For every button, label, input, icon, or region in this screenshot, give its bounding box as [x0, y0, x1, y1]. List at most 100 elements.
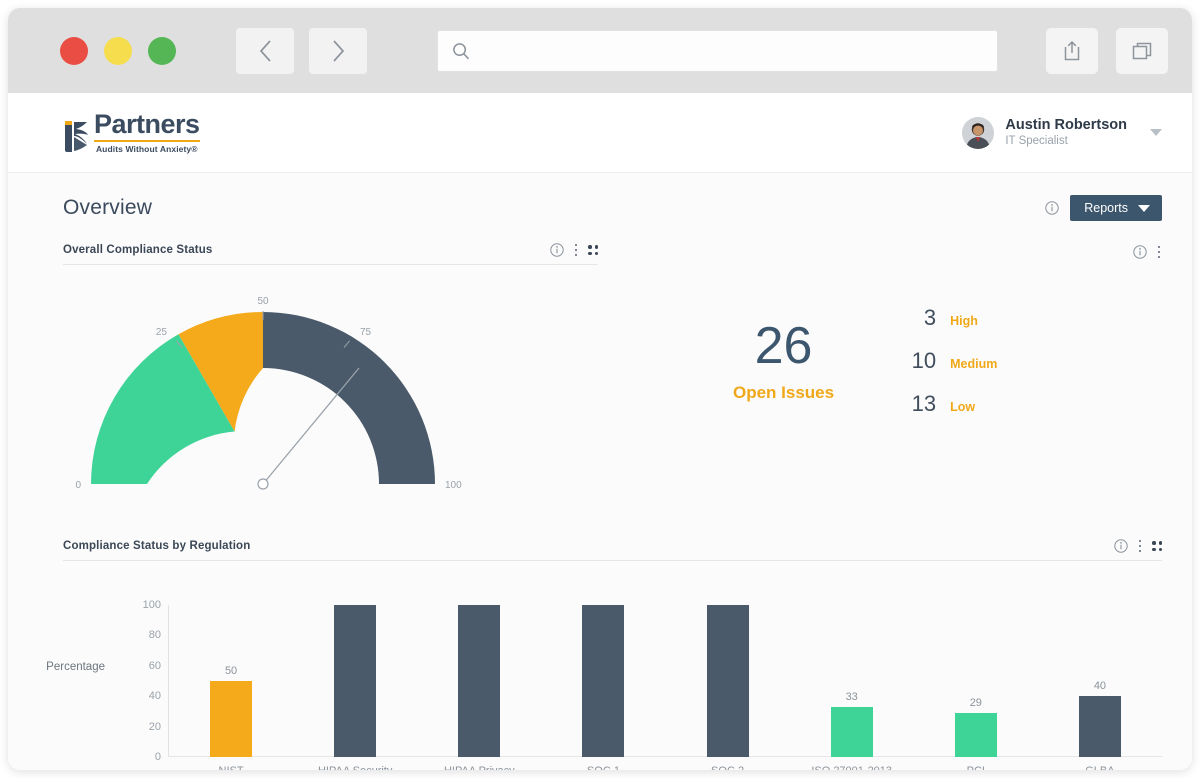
card-compliance-by-regulation: Compliance Status by Regulation Percenta…	[46, 539, 1162, 770]
card-title: Overall Compliance Status	[63, 244, 213, 256]
card-title: Compliance Status by Regulation	[63, 540, 251, 552]
card-header: Compliance Status by Regulation	[63, 539, 1162, 561]
share-icon	[1064, 40, 1080, 60]
close-window-button[interactable]	[60, 36, 88, 65]
gauge-hub	[257, 478, 269, 490]
info-icon[interactable]	[1045, 201, 1059, 215]
bar-value-label: 29	[969, 696, 982, 709]
chevron-left-icon	[259, 39, 271, 62]
more-options-icon[interactable]	[1157, 245, 1160, 259]
svg-text:75: 75	[360, 327, 372, 338]
x-axis-category-label: SOC 1	[587, 765, 620, 770]
card-tools	[549, 243, 598, 257]
severity-row: 3 High	[906, 305, 997, 331]
bar-group[interactable]: SOC 2	[666, 605, 790, 770]
back-button[interactable]	[236, 27, 294, 74]
bar-group[interactable]: SOC 1	[541, 605, 665, 770]
more-options-icon[interactable]	[574, 243, 577, 257]
info-icon[interactable]	[1113, 539, 1128, 553]
bar[interactable]: 33	[830, 691, 873, 757]
brand-name: Partners	[94, 109, 200, 139]
info-icon[interactable]	[1132, 245, 1147, 259]
x-axis-category-label: PCI	[967, 765, 985, 770]
severity-count: 13	[911, 391, 937, 416]
card-header: Overall Compliance Status	[63, 243, 598, 265]
open-issues-total: 26 Open Issues	[733, 320, 834, 403]
user-menu[interactable]: Austin Robertson IT Specialist	[962, 116, 1162, 149]
bar[interactable]: 40	[1078, 680, 1121, 757]
card-tools	[1113, 539, 1162, 553]
x-axis-category-label: HIPAA Privacy	[444, 765, 515, 770]
gauge-needle	[262, 367, 360, 485]
bar-value-label: 50	[224, 665, 238, 677]
severity-count: 3	[923, 305, 937, 330]
gauge-chart: 0 25 50 75 100	[63, 289, 598, 505]
forward-button[interactable]	[309, 27, 367, 74]
bar-group[interactable]: 33 ISO 27001-2013	[790, 605, 914, 770]
bar[interactable]: 50	[210, 665, 253, 757]
page-header: Overview Reports	[63, 173, 1162, 221]
navigation-buttons	[236, 27, 367, 74]
expand-grid-icon[interactable]	[588, 245, 598, 255]
page-actions: Reports	[1045, 195, 1162, 221]
y-tick: 40	[148, 690, 161, 703]
page-title: Overview	[63, 196, 153, 219]
severity-label: Low	[950, 400, 976, 414]
bar-group[interactable]: 50 NIST	[169, 605, 293, 770]
address-search-bar[interactable]	[437, 29, 998, 72]
window-controls	[60, 36, 176, 65]
bar[interactable]	[458, 605, 501, 757]
tabs-icon	[1132, 42, 1152, 59]
is-partners-mark-icon	[63, 118, 91, 154]
share-button[interactable]	[1046, 27, 1098, 74]
severity-label: Medium	[950, 357, 998, 371]
x-axis-category-label: HIPAA Security	[318, 765, 392, 770]
main-content: Overview Reports Overall Compliance Stat…	[8, 173, 1192, 770]
open-issues-count: 26	[754, 316, 813, 375]
bar-chart: Percentage 100 80 60 40 20 0 50 NIST HIPAA…	[46, 599, 1162, 770]
brand-underline	[94, 140, 200, 142]
info-icon[interactable]	[549, 243, 564, 257]
bar-group[interactable]: HIPAA Privacy	[417, 605, 541, 770]
overview-row-top: Overall Compliance Status 0 25 50 75 100…	[63, 243, 1162, 505]
y-tick: 20	[148, 720, 161, 733]
reports-button[interactable]: Reports	[1070, 195, 1162, 221]
bar-group[interactable]: 40 GLBA	[1038, 605, 1162, 770]
minimize-window-button[interactable]	[104, 36, 132, 65]
app-header: Partners Audits Without Anxiety® Austin …	[8, 93, 1192, 173]
bar-value-label: 40	[1093, 680, 1107, 693]
card-open-issues: 26 Open Issues 3 High 10 Medium 13 Low	[598, 243, 1162, 505]
more-options-icon[interactable]	[1138, 539, 1141, 553]
severity-breakdown: 3 High 10 Medium 13 Low	[906, 305, 998, 417]
bar[interactable]	[582, 605, 625, 757]
y-axis-title: Percentage	[46, 661, 105, 673]
bar-group[interactable]: 29 PCI	[914, 605, 1038, 770]
maximize-window-button[interactable]	[148, 36, 176, 65]
x-axis-category-label: GLBA	[1085, 765, 1114, 770]
search-input[interactable]	[480, 42, 983, 59]
gauge-band-slate	[263, 312, 435, 484]
open-issues-label: Open Issues	[733, 382, 835, 402]
severity-label: High	[950, 314, 978, 328]
chrome-right-buttons	[1046, 27, 1168, 74]
bar[interactable]: 29	[954, 697, 997, 757]
severity-row: 13 Low	[906, 391, 997, 417]
svg-text:50: 50	[257, 296, 269, 307]
bar-value-label: 33	[845, 690, 858, 703]
bar-plot-area: 50 NIST HIPAA Security HIPAA Privacy SOC 1 SO…	[169, 605, 1162, 770]
x-axis-category-label: ISO 27001-2013	[811, 765, 892, 770]
y-tick: 60	[148, 659, 161, 672]
bar[interactable]	[334, 605, 377, 757]
brand-logo[interactable]: Partners Audits Without Anxiety®	[63, 111, 200, 154]
bar-group[interactable]: HIPAA Security	[293, 605, 417, 770]
open-issues-stats: 26 Open Issues 3 High 10 Medium 13 Low	[598, 305, 1162, 417]
expand-grid-icon[interactable]	[1152, 541, 1162, 551]
severity-row: 10 Medium	[906, 348, 998, 374]
brand-tagline: Audits Without Anxiety®	[95, 144, 198, 154]
card-overall-compliance-status: Overall Compliance Status 0 25 50 75 100	[63, 243, 598, 505]
chevron-down-icon[interactable]	[1150, 129, 1162, 136]
reports-button-label: Reports	[1084, 201, 1128, 215]
bar[interactable]	[706, 605, 749, 757]
tabs-button[interactable]	[1116, 27, 1168, 74]
chevron-right-icon	[332, 39, 344, 62]
